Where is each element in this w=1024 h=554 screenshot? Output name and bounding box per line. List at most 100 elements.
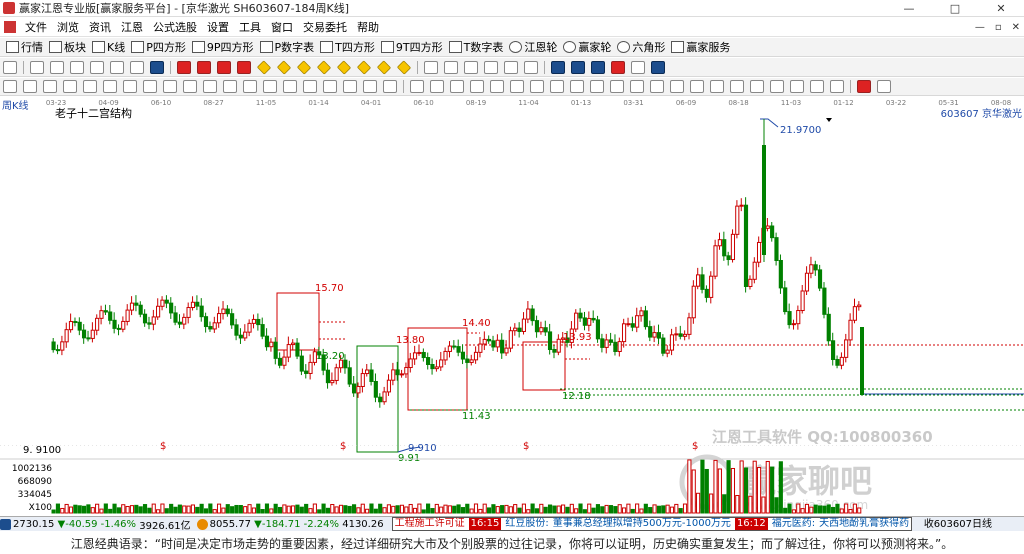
line-tool-icon[interactable]: [303, 80, 317, 93]
diamond-icon[interactable]: [276, 59, 292, 75]
kline-chart[interactable]: 03-23 04-09 06-10 08-27 11-05 01-14 04-01 06-10…: [0, 97, 1024, 515]
next-icon[interactable]: [237, 60, 251, 74]
sz-index-cell[interactable]: 8055.77 ▼-184.71 -2.24% 4130.26: [196, 518, 384, 530]
diamond-icon[interactable]: [256, 59, 272, 75]
panel-icon[interactable]: [631, 60, 645, 74]
menu-info[interactable]: 资讯: [84, 19, 116, 35]
menu-formula[interactable]: 公式选股: [148, 19, 202, 35]
line-tool-icon[interactable]: [43, 80, 57, 93]
tb-sector-button[interactable]: 板块: [49, 39, 86, 55]
gann-tool-icon[interactable]: [510, 80, 524, 93]
tb-kline-button[interactable]: K线: [92, 39, 125, 55]
diamond-icon[interactable]: [296, 59, 312, 75]
gann-tool-icon[interactable]: [730, 80, 744, 93]
flag-icon[interactable]: [150, 60, 164, 74]
line-tool-icon[interactable]: [83, 80, 97, 93]
line-tool-icon[interactable]: [203, 80, 217, 93]
news-ticker[interactable]: 工程施工许可证 16:15 红豆股份: 董事兼总经理拟增持500万元-1000万…: [391, 517, 913, 531]
tb-service-button[interactable]: 赢家服务: [671, 39, 730, 55]
line-tool-icon[interactable]: [383, 80, 397, 93]
sh-index-cell[interactable]: 2730.15 ▼-40.59 -1.46% 3926.61亿: [0, 517, 191, 531]
tb-9p-square-button[interactable]: 9P四方形: [191, 39, 254, 55]
maximize-button[interactable]: □: [932, 0, 978, 17]
line-tool-icon[interactable]: [63, 80, 77, 93]
gann-tool-icon[interactable]: [470, 80, 484, 93]
panel-icon[interactable]: [611, 60, 625, 74]
menu-browse[interactable]: 浏览: [52, 19, 84, 35]
line-tool-icon[interactable]: [123, 80, 137, 93]
tool-icon[interactable]: [130, 60, 144, 74]
line-tool-icon[interactable]: [283, 80, 297, 93]
menu-window[interactable]: 窗口: [266, 19, 298, 35]
tb-p-square-button[interactable]: P四方形: [131, 39, 186, 55]
gann-tool-icon[interactable]: [410, 80, 424, 93]
line-tool-icon[interactable]: [103, 80, 117, 93]
line-tool-icon[interactable]: [183, 80, 197, 93]
mdi-minimize-button[interactable]: —: [975, 18, 985, 37]
diamond-icon[interactable]: [396, 59, 412, 75]
line-tool-icon[interactable]: [143, 80, 157, 93]
gann-tool-icon[interactable]: [610, 80, 624, 93]
gann-tool-icon[interactable]: [430, 80, 444, 93]
menu-help[interactable]: 帮助: [352, 19, 384, 35]
gann-tool-icon[interactable]: [650, 80, 664, 93]
tb-winner-wheel-button[interactable]: 赢家轮: [563, 39, 611, 55]
tb-quotes-button[interactable]: 行情: [6, 39, 43, 55]
mdi-restore-button[interactable]: ▫: [995, 18, 1002, 37]
tb-9t-square-button[interactable]: 9T四方形: [380, 39, 443, 55]
minimize-button[interactable]: —: [886, 0, 932, 17]
panel-icon[interactable]: [551, 60, 565, 74]
gann-tool-icon[interactable]: [710, 80, 724, 93]
first-icon[interactable]: [177, 60, 191, 74]
tool-icon[interactable]: [464, 60, 478, 74]
tool-icon[interactable]: [30, 60, 44, 74]
gann-tool-icon[interactable]: [690, 80, 704, 93]
line-tool-icon[interactable]: [223, 80, 237, 93]
gann-tool-icon[interactable]: [750, 80, 764, 93]
tb-gann-wheel-button[interactable]: 江恩轮: [509, 39, 557, 55]
gann-tool-icon[interactable]: [630, 80, 644, 93]
gann-tool-icon[interactable]: [450, 80, 464, 93]
last-icon[interactable]: [197, 60, 211, 74]
gann-tool-icon[interactable]: [810, 80, 824, 93]
menu-tools[interactable]: 工具: [234, 19, 266, 35]
tool-icon[interactable]: [70, 60, 84, 74]
color-tool-icon[interactable]: [857, 80, 871, 93]
tool-icon[interactable]: [50, 60, 64, 74]
tool-icon[interactable]: [504, 60, 518, 74]
gann-tool-icon[interactable]: [570, 80, 584, 93]
gann-tool-icon[interactable]: [790, 80, 804, 93]
menu-settings[interactable]: 设置: [202, 19, 234, 35]
mdi-close-button[interactable]: ✕: [1012, 18, 1020, 37]
tb-p-table-button[interactable]: P数字表: [259, 39, 314, 55]
crosshair-icon[interactable]: [444, 60, 458, 74]
tb-t-square-button[interactable]: T四方形: [320, 39, 375, 55]
diamond-icon[interactable]: [336, 59, 352, 75]
line-tool-icon[interactable]: [343, 80, 357, 93]
period-select-icon[interactable]: [3, 60, 17, 74]
infinity-icon[interactable]: [877, 80, 891, 93]
line-tool-icon[interactable]: [263, 80, 277, 93]
gann-tool-icon[interactable]: [770, 80, 784, 93]
gann-tool-icon[interactable]: [670, 80, 684, 93]
line-tool-icon[interactable]: [363, 80, 377, 93]
tool-icon[interactable]: [110, 60, 124, 74]
panel-icon[interactable]: [651, 60, 665, 74]
line-tool-icon[interactable]: [163, 80, 177, 93]
gann-tool-icon[interactable]: [590, 80, 604, 93]
tb-hexagon-button[interactable]: 六角形: [617, 39, 665, 55]
gann-tool-icon[interactable]: [550, 80, 564, 93]
line-tool-icon[interactable]: [323, 80, 337, 93]
tb-t-table-button[interactable]: T数字表: [448, 39, 503, 55]
gann-tool-icon[interactable]: [830, 80, 844, 93]
panel-icon[interactable]: [591, 60, 605, 74]
menu-gann[interactable]: 江恩: [116, 19, 148, 35]
line-tool-icon[interactable]: [23, 80, 37, 93]
gann-tool-icon[interactable]: [490, 80, 504, 93]
menu-trade[interactable]: 交易委托: [298, 19, 352, 35]
line-tool-icon[interactable]: [243, 80, 257, 93]
hand-icon[interactable]: [424, 60, 438, 74]
prev-icon[interactable]: [217, 60, 231, 74]
line-tool-icon[interactable]: [3, 80, 17, 93]
diamond-icon[interactable]: [356, 59, 372, 75]
